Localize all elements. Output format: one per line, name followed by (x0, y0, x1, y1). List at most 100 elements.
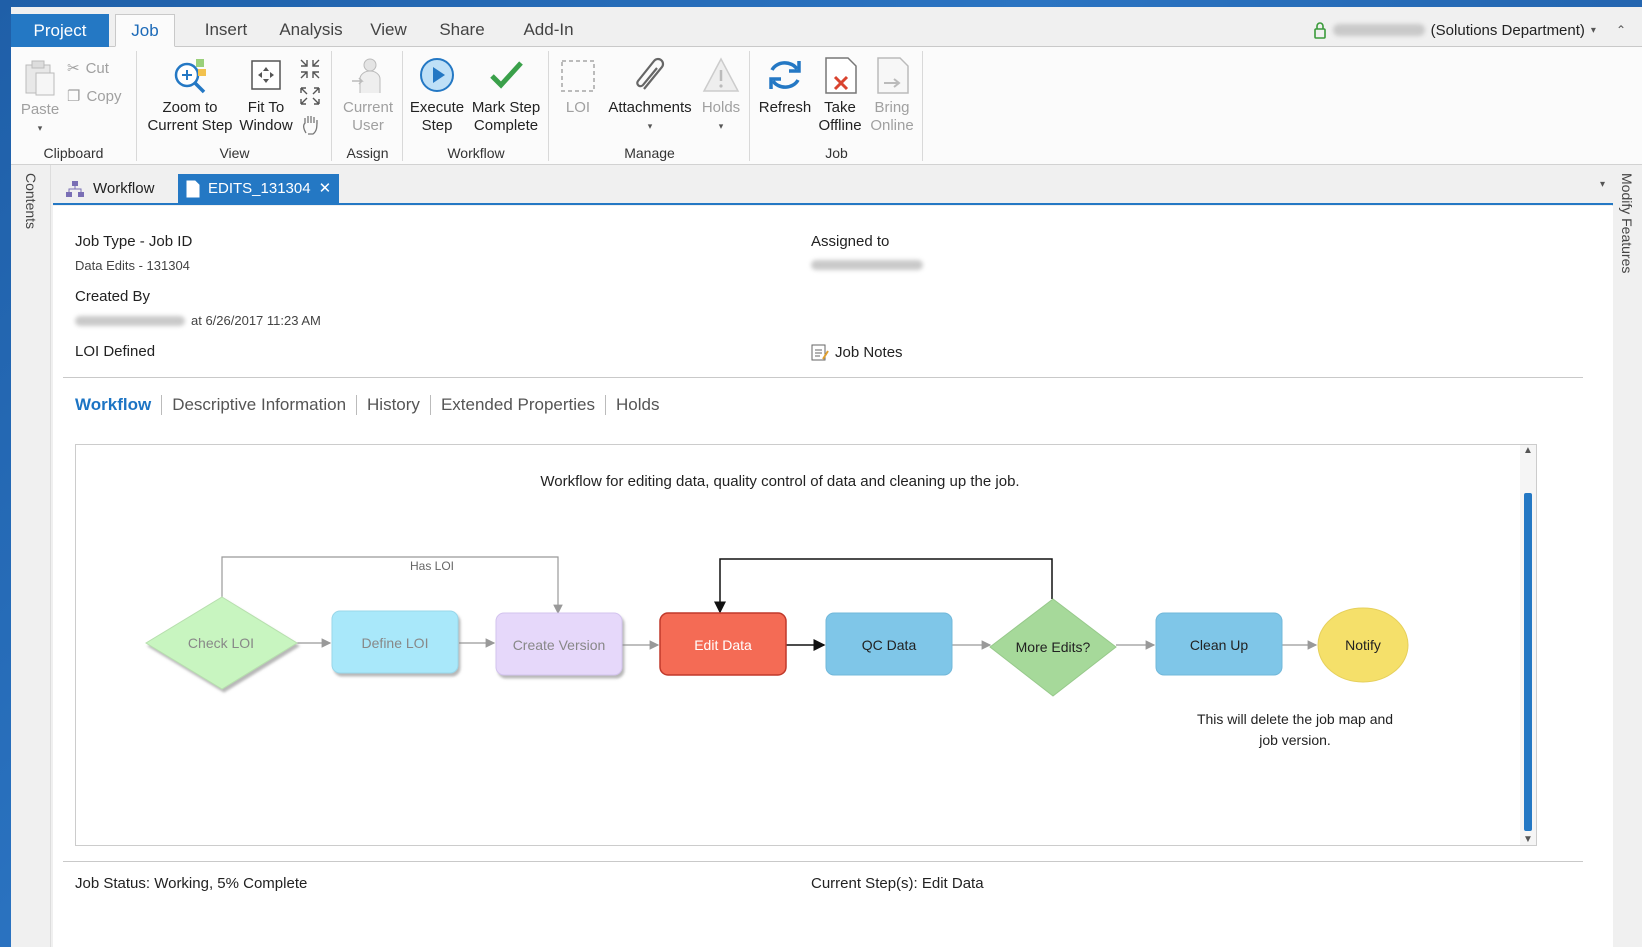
scroll-down-arrow-icon[interactable]: ▼ (1523, 834, 1533, 845)
manage-group: LOI Attachments ▾ Holds ▾ Manage (550, 51, 750, 161)
modify-features-strip: Modify Features (1612, 165, 1642, 947)
assignee-name-redacted (811, 260, 923, 270)
node-define-loi[interactable]: Define LOI (331, 610, 459, 674)
bring-online-button[interactable]: Bring Online (867, 55, 917, 135)
zoom-icon (174, 59, 206, 94)
job-notes-link[interactable]: Job Notes (811, 343, 903, 361)
svg-text:Create Version: Create Version (513, 637, 606, 653)
scrollbar-thumb[interactable] (1524, 493, 1532, 831)
job-status: Job Status: Working, 5% Complete (75, 875, 308, 892)
pan-hand-icon[interactable] (300, 113, 322, 135)
svg-text:Edit Data: Edit Data (694, 637, 752, 653)
assigned-to-value (811, 258, 923, 273)
node-qc-data[interactable]: QC Data (825, 612, 953, 676)
ribbon-tab-bar: Project Job Insert Analysis View Share A… (11, 7, 1642, 47)
diagram-title: Workflow for editing data, quality contr… (540, 473, 1019, 490)
job-type-value: Data Edits - 131304 (75, 258, 190, 273)
user-name-redacted (1332, 24, 1425, 36)
diagram-scrollbar[interactable]: ▲ ▼ (1520, 445, 1536, 845)
job-sub-tabs: Workflow Descriptive Information History… (75, 395, 669, 415)
node-clean-up[interactable]: Clean Up (1155, 612, 1283, 676)
tab-insert[interactable]: Insert (191, 15, 261, 47)
mark-step-complete-button[interactable]: Mark Step Complete (468, 55, 544, 135)
assigned-to-label: Assigned to (811, 233, 890, 250)
modify-features-pane-tab[interactable]: Modify Features (1619, 173, 1635, 273)
cut-button[interactable]: ✂ Cut (67, 59, 109, 78)
workflow-diagram: Workflow for editing data, quality contr… (145, 473, 1409, 748)
has-loi-label: Has LOI (410, 559, 454, 573)
svg-text:Check LOI: Check LOI (188, 635, 254, 651)
tab-workflow-view[interactable]: Workflow (57, 174, 162, 204)
paste-button[interactable]: Paste ▾ (17, 57, 63, 137)
play-icon (420, 58, 454, 92)
document-icon (186, 180, 200, 198)
user-icon (352, 58, 381, 93)
subtab-descriptive-information[interactable]: Descriptive Information (162, 395, 358, 415)
node-check-loi[interactable]: Check LOI (145, 596, 298, 690)
workflow-diagram-icon (66, 181, 84, 197)
subtab-extended-properties[interactable]: Extended Properties (431, 395, 606, 415)
execute-step-button[interactable]: Execute Step (408, 55, 466, 135)
workflow-canvas[interactable]: Workflow for editing data, quality contr… (75, 444, 1537, 846)
tab-view[interactable]: View (361, 15, 416, 47)
refresh-button[interactable]: Refresh (755, 55, 815, 117)
refresh-icon (769, 61, 801, 89)
application-window: Project Job Insert Analysis View Share A… (11, 7, 1642, 947)
current-step: Current Step(s): Edit Data (811, 875, 984, 892)
chevron-down-icon[interactable]: ▾ (1591, 25, 1596, 36)
zoom-to-current-step-button[interactable]: Zoom to Current Step (144, 55, 236, 135)
job-group: Refresh Take Offline Bring Online Job (751, 51, 923, 161)
subtab-holds[interactable]: Holds (606, 395, 669, 415)
attachments-button[interactable]: Attachments ▾ (604, 55, 696, 135)
workflow-group: Execute Step Mark Step Complete Workflow (404, 51, 549, 161)
created-by-label: Created By (75, 288, 151, 305)
collapse-icon[interactable] (298, 57, 322, 81)
subtab-history[interactable]: History (357, 395, 431, 415)
user-department: (Solutions Department) (1430, 21, 1585, 39)
assign-group: Current User Assign (333, 51, 403, 161)
tab-add-in[interactable]: Add-In (511, 15, 586, 47)
tab-analysis[interactable]: Analysis (266, 15, 356, 47)
svg-text:QC Data: QC Data (862, 637, 917, 653)
svg-text:Notify: Notify (1345, 637, 1381, 653)
paste-icon (25, 60, 55, 96)
close-icon[interactable]: ✕ (319, 174, 332, 204)
contents-pane-tab[interactable]: Contents (23, 173, 39, 229)
take-offline-button[interactable]: Take Offline (815, 55, 865, 135)
tab-project[interactable]: Project (11, 14, 109, 47)
clean-up-note-line-2: job version. (1258, 732, 1331, 748)
copy-button[interactable]: ❐ Copy (67, 87, 121, 106)
fit-to-window-button[interactable]: Fit To Window (238, 55, 294, 135)
notes-icon (811, 344, 829, 361)
loi-button[interactable]: LOI (554, 55, 602, 117)
job-type-label: Job Type - Job ID (75, 233, 193, 250)
manage-group-label: Manage (624, 145, 675, 161)
created-at: at 6/26/2017 11:23 AM (191, 313, 321, 328)
workflow-group-label: Workflow (447, 145, 505, 161)
job-view-panel: Job Type - Job ID Data Edits - 131304 Cr… (53, 206, 1613, 947)
tab-share[interactable]: Share (431, 15, 493, 47)
current-user-button[interactable]: Current User (337, 55, 399, 135)
expand-icon[interactable] (298, 85, 322, 107)
assign-group-label: Assign (346, 145, 389, 161)
clean-up-note-line-1: This will delete the job map and (1197, 711, 1393, 727)
contents-pane-strip: Contents (11, 165, 51, 947)
user-account[interactable]: (Solutions Department) ▾ ⌃ (1313, 21, 1626, 39)
copy-icon: ❐ (67, 88, 81, 105)
view-group-label: View (219, 145, 250, 161)
tab-edits-job[interactable]: EDITS_131304 ✕ (178, 174, 340, 204)
tab-job[interactable]: Job (115, 14, 175, 47)
view-group: Zoom to Current Step Fit To Window View (138, 51, 332, 161)
warning-icon (702, 57, 740, 92)
subtab-workflow[interactable]: Workflow (75, 395, 163, 415)
scroll-up-arrow-icon[interactable]: ▲ (1523, 445, 1533, 456)
scissors-icon: ✂ (67, 60, 80, 77)
node-notify[interactable]: Notify (1317, 607, 1409, 683)
node-create-version[interactable]: Create Version (495, 612, 623, 676)
node-edit-data[interactable]: Edit Data (659, 612, 787, 676)
tab-list-chevron-icon[interactable]: ▾ (1600, 179, 1605, 190)
node-more-edits[interactable]: More Edits? (989, 598, 1117, 697)
divider (63, 377, 1583, 378)
holds-button[interactable]: Holds ▾ (698, 55, 744, 135)
chevron-up-icon[interactable]: ⌃ (1616, 23, 1626, 37)
